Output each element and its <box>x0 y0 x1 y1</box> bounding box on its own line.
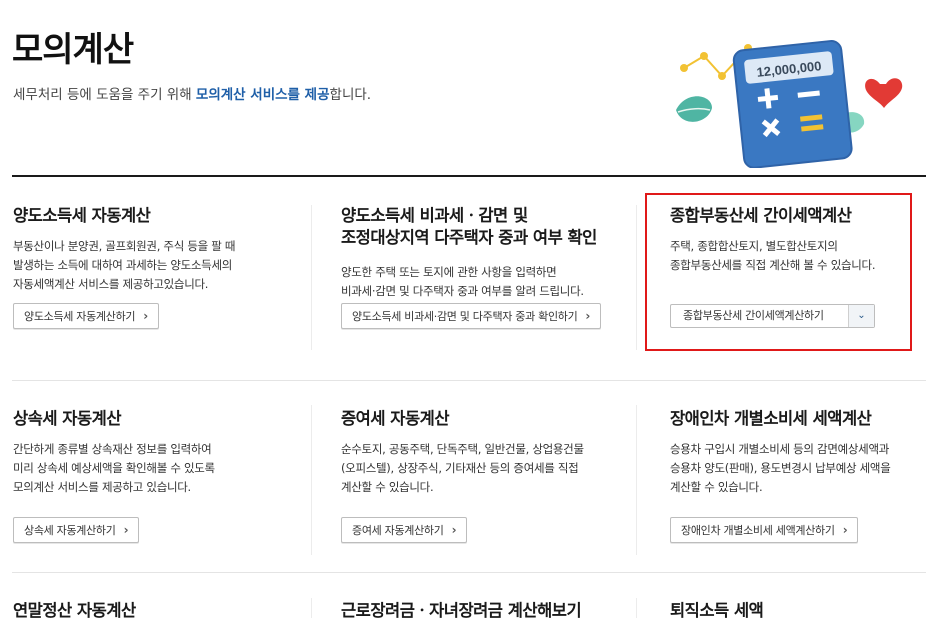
chevron-right-icon: › <box>143 309 148 323</box>
heart-icon <box>865 78 903 108</box>
card-desc-line: 간단하게 종류별 상속재산 정보를 입력하여 <box>13 442 212 456</box>
card-desc-line: 양도한 주택 또는 토지에 관한 사항을 입력하면 <box>341 265 557 279</box>
column-divider <box>636 205 637 350</box>
card-desc-line: 모의계산 서비스를 제공하고 있습니다. <box>13 480 191 494</box>
card-capital-gains-exemption: 양도소득세 비과세ㆍ감면 및 조정대상지역 다주택자 중과 여부 확인 양도한 … <box>341 205 631 301</box>
column-divider <box>311 405 312 555</box>
button-label: 양도소득세 비과세·감면 및 다주택자 중과 확인하기 <box>352 310 578 323</box>
leaf-icon <box>676 96 712 122</box>
card-desc-line: 부동산이나 분양권, 골프회원권, 주식 등을 팔 때 <box>13 239 236 253</box>
chevron-right-icon: › <box>123 523 129 537</box>
card-earned-income-credit: 근로장려금ㆍ자녀장려금 계산해보기 <box>341 600 631 622</box>
card-desc-line: 종합부동산세를 직접 계산해 볼 수 있습니다. <box>670 258 876 272</box>
card-year-end-settlement: 연말정산 자동계산 <box>13 600 303 622</box>
card-title: 양도소득세 자동계산 <box>13 206 151 225</box>
capital-gains-calc-button[interactable]: 양도소득세 자동계산하기 › <box>13 303 159 329</box>
card-desc-line: 자동세액계산 서비스를 제공하고있습니다. <box>13 277 209 291</box>
card-desc-line: 미리 상속세 예상세액을 확인해볼 수 있도록 <box>13 461 215 475</box>
card-desc-line: 계산할 수 있습니다. <box>670 480 763 494</box>
card-desc-line: 순수토지, 공동주택, 단독주택, 일반건물, 상업용건물 <box>341 442 584 456</box>
column-divider <box>636 405 637 555</box>
gift-tax-calc-button[interactable]: 증여세 자동계산하기 › <box>341 517 468 543</box>
card-disabled-vehicle-tax: 장애인차 개별소비세 세액계산 승용차 구입시 개별소비세 등의 감면예상세액과… <box>670 408 926 497</box>
card-comprehensive-real-estate-tax: 종합부동산세 간이세액계산 주택, 종합합산토지, 별도합산토지의 종합부동산세… <box>670 205 926 275</box>
row-divider <box>12 572 926 573</box>
page-title: 모의계산 <box>12 30 134 70</box>
button-label: 양도소득세 자동계산하기 <box>24 310 136 323</box>
inheritance-calc-button[interactable]: 상속세 자동계산하기 › <box>13 517 140 543</box>
card-title: 근로장려금ㆍ자녀장려금 계산해보기 <box>341 601 582 620</box>
subtitle-highlight: 모의계산 서비스를 제공 <box>195 87 330 103</box>
calculator-icon: 12,000,000 <box>732 40 853 168</box>
row-divider <box>12 380 926 381</box>
card-title: 퇴직소득 세액 <box>670 601 764 620</box>
card-capital-gains-tax: 양도소득세 자동계산 부동산이나 분양권, 골프회원권, 주식 등을 팔 때 발… <box>13 205 303 294</box>
card-desc-line: 승용차 양도(판매), 용도변경시 납부예상 세액을 <box>670 461 891 475</box>
card-title: 종합부동산세 간이세액계산 <box>670 206 852 225</box>
vehicle-tax-calc-button[interactable]: 장애인차 개별소비세 세액계산하기 › <box>670 517 859 543</box>
real-estate-tax-calc-dropdown[interactable]: 종합부동산세 간이세액계산하기 ⌄ <box>670 304 875 328</box>
button-label: 장애인차 개별소비세 세액계산하기 <box>681 524 835 537</box>
card-inheritance-tax: 상속세 자동계산 간단하게 종류별 상속재산 정보를 입력하여 미리 상속세 예… <box>13 408 303 497</box>
card-title: 조정대상지역 다주택자 중과 여부 확인 <box>341 228 597 247</box>
card-desc-line: 주택, 종합합산토지, 별도합산토지의 <box>670 239 838 253</box>
chevron-down-icon[interactable]: ⌄ <box>848 305 874 327</box>
column-divider <box>311 205 312 350</box>
button-label: 상속세 자동계산하기 <box>24 524 116 537</box>
card-retirement-income-tax: 퇴직소득 세액 <box>670 600 926 622</box>
chevron-right-icon: › <box>451 523 457 537</box>
button-label: 증여세 자동계산하기 <box>352 524 444 537</box>
subtitle-suffix: 합니다. <box>329 87 372 103</box>
card-desc-line: 비과세·감면 및 다주택자 중과 여부를 알려 드립니다. <box>341 284 584 298</box>
column-divider <box>311 598 312 618</box>
chevron-right-icon: › <box>585 309 591 323</box>
header-divider <box>12 175 926 177</box>
card-title: 증여세 자동계산 <box>341 409 450 428</box>
subtitle-text: 세무처리 등에 도움을 주기 위해 <box>13 87 196 103</box>
card-gift-tax: 증여세 자동계산 순수토지, 공동주택, 단독주택, 일반건물, 상업용건물 (… <box>341 408 631 497</box>
page-subtitle: 세무처리 등에 도움을 주기 위해 모의계산 서비스를 제공합니다. <box>13 83 371 103</box>
card-desc-line: 발생하는 소득에 대하여 과세하는 양도소득세의 <box>13 258 233 272</box>
button-label: 종합부동산세 간이세액계산하기 <box>683 309 824 322</box>
column-divider <box>636 598 637 618</box>
card-title: 장애인차 개별소비세 세액계산 <box>670 409 872 428</box>
chevron-right-icon: › <box>842 523 848 537</box>
card-desc-line: 계산할 수 있습니다. <box>341 480 434 494</box>
exemption-check-button[interactable]: 양도소득세 비과세·감면 및 다주택자 중과 확인하기 › <box>341 303 602 329</box>
card-title: 양도소득세 비과세ㆍ감면 및 <box>341 206 528 225</box>
card-title: 상속세 자동계산 <box>13 409 122 428</box>
card-desc-line: 승용차 구입시 개별소비세 등의 감면예상세액과 <box>670 442 890 456</box>
card-desc-line: (오피스텔), 상장주식, 기타재산 등의 증여세를 직접 <box>341 461 579 475</box>
calculator-illustration: 12,000,000 <box>676 40 903 168</box>
card-title: 연말정산 자동계산 <box>13 601 136 620</box>
